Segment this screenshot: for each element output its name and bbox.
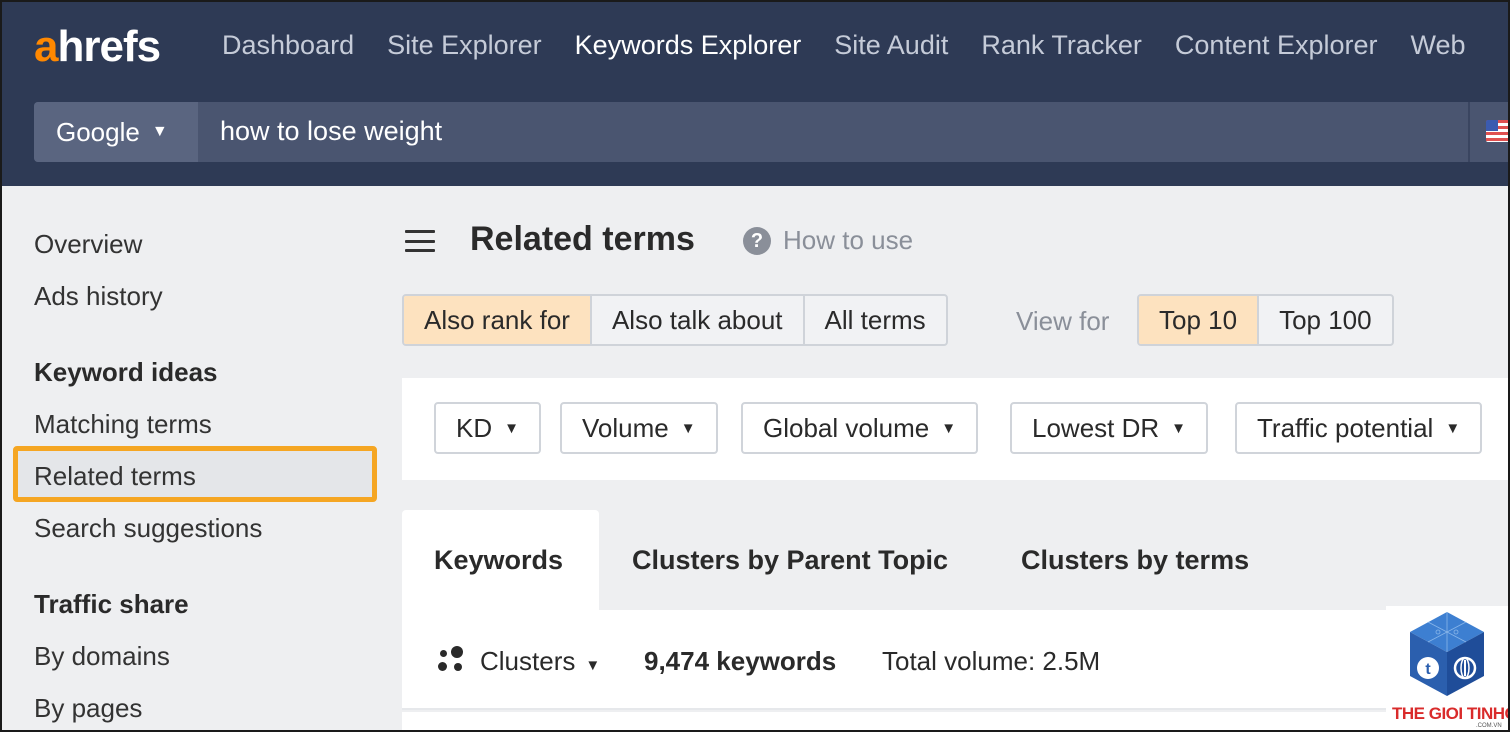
sidebar-heading-traffic-share: Traffic share bbox=[34, 589, 189, 619]
filter-label: Traffic potential bbox=[1257, 412, 1434, 443]
mode-segmented-control: Also rank for Also talk about All terms bbox=[402, 294, 948, 346]
volume-filter-dropdown[interactable]: Volume ▼ bbox=[560, 402, 718, 454]
tab-clusters-by-parent-topic[interactable]: Clusters by Parent Topic bbox=[632, 510, 948, 610]
clusters-icon bbox=[438, 646, 466, 674]
nav-content-explorer[interactable]: Content Explorer bbox=[1175, 30, 1378, 61]
traffic-potential-filter-dropdown[interactable]: Traffic potential ▼ bbox=[1235, 402, 1483, 454]
search-engine-dropdown[interactable]: Google ▼ bbox=[34, 102, 198, 162]
nav-web[interactable]: Web bbox=[1411, 30, 1466, 61]
nav-dashboard[interactable]: Dashboard bbox=[222, 30, 354, 61]
watermark-text: THE GIOI TINHOC bbox=[1392, 704, 1510, 723]
global-volume-filter-dropdown[interactable]: Global volume ▼ bbox=[741, 402, 979, 454]
results-tabs: Keywords Clusters by Parent Topic Cluste… bbox=[402, 510, 1510, 610]
top-navigation-bar: ahrefs Dashboard Site Explorer Keywords … bbox=[0, 0, 1510, 186]
chevron-down-icon: ▼ bbox=[585, 657, 601, 674]
search-engine-label: Google bbox=[56, 116, 140, 147]
svg-text:t: t bbox=[1425, 661, 1431, 678]
sidebar: Overview Ads history Keyword ideas Match… bbox=[0, 186, 390, 732]
keyword-search-input[interactable]: how to lose weight bbox=[220, 116, 442, 147]
nav-keywords-explorer[interactable]: Keywords Explorer bbox=[575, 30, 802, 61]
clusters-dropdown-label: Clusters bbox=[480, 646, 576, 676]
flag-divider bbox=[1468, 102, 1470, 162]
view-for-label: View for bbox=[1016, 306, 1110, 336]
sidebar-heading-keyword-ideas: Keyword ideas bbox=[34, 357, 218, 387]
main-nav: Dashboard Site Explorer Keywords Explore… bbox=[222, 30, 1466, 61]
top-100-button[interactable]: Top 100 bbox=[1259, 296, 1392, 344]
nav-site-audit[interactable]: Site Audit bbox=[834, 30, 948, 61]
ahrefs-logo[interactable]: ahrefs bbox=[34, 22, 161, 72]
sidebar-item-overview[interactable]: Overview bbox=[34, 229, 142, 260]
tab-clusters-by-terms[interactable]: Clusters by terms bbox=[1021, 510, 1249, 610]
results-table-area bbox=[402, 712, 1510, 732]
filter-label: Volume bbox=[582, 412, 669, 443]
sidebar-item-by-domains[interactable]: By domains bbox=[34, 641, 170, 672]
view-for-segmented-control: Top 10 Top 100 bbox=[1137, 294, 1394, 346]
sidebar-item-by-pages[interactable]: By pages bbox=[34, 693, 142, 724]
us-flag-icon[interactable] bbox=[1486, 120, 1510, 142]
watermark-subtext: .COM.VN bbox=[1476, 723, 1502, 729]
watermark-cube-icon: t bbox=[1410, 612, 1484, 696]
help-icon[interactable]: ? bbox=[743, 227, 771, 255]
page-title: Related terms bbox=[470, 220, 695, 258]
menu-icon[interactable] bbox=[405, 230, 435, 252]
how-to-use-link[interactable]: How to use bbox=[783, 225, 913, 256]
clusters-dropdown[interactable]: Clusters ▼ bbox=[480, 646, 600, 677]
keyword-count: 9,474 keywords bbox=[644, 646, 837, 676]
total-volume: Total volume: 2.5M bbox=[882, 646, 1101, 676]
chevron-down-icon: ▼ bbox=[504, 419, 519, 437]
nav-rank-tracker[interactable]: Rank Tracker bbox=[981, 30, 1142, 61]
sidebar-item-ads-history[interactable]: Ads history bbox=[34, 281, 163, 312]
filter-label: Lowest DR bbox=[1032, 412, 1160, 443]
watermark-logo: t THE GIOI TINHOC .COM.VN bbox=[1386, 606, 1510, 732]
chevron-down-icon: ▼ bbox=[941, 419, 957, 437]
results-summary-bar: Clusters ▼ 9,474 keywords Total volume: 2… bbox=[402, 610, 1510, 710]
sidebar-item-related-terms[interactable]: Related terms bbox=[34, 461, 196, 492]
kd-filter-dropdown[interactable]: KD ▼ bbox=[434, 402, 541, 454]
chevron-down-icon: ▼ bbox=[1171, 419, 1187, 437]
filter-label: Global volume bbox=[763, 412, 930, 443]
chevron-down-icon: ▼ bbox=[151, 123, 168, 140]
nav-site-explorer[interactable]: Site Explorer bbox=[387, 30, 542, 61]
filter-panel: KD ▼ Volume ▼ Global volume ▼ Lowest DR ▼ Tr… bbox=[402, 378, 1510, 480]
chevron-down-icon: ▼ bbox=[1445, 419, 1461, 437]
sidebar-item-search-suggestions[interactable]: Search suggestions bbox=[34, 513, 262, 544]
chevron-down-icon: ▼ bbox=[680, 419, 696, 437]
filter-label: KD bbox=[456, 412, 493, 443]
also-talk-about-button[interactable]: Also talk about bbox=[592, 296, 805, 344]
lowest-dr-filter-dropdown[interactable]: Lowest DR ▼ bbox=[1010, 402, 1209, 454]
also-rank-for-button[interactable]: Also rank for bbox=[404, 296, 592, 344]
top-10-button[interactable]: Top 10 bbox=[1139, 296, 1260, 344]
keyword-search-bar: Google ▼ how to lose weight bbox=[34, 102, 1510, 162]
tab-keywords[interactable]: Keywords bbox=[402, 510, 599, 610]
all-terms-button[interactable]: All terms bbox=[805, 296, 946, 344]
sidebar-item-matching-terms[interactable]: Matching terms bbox=[34, 409, 212, 440]
